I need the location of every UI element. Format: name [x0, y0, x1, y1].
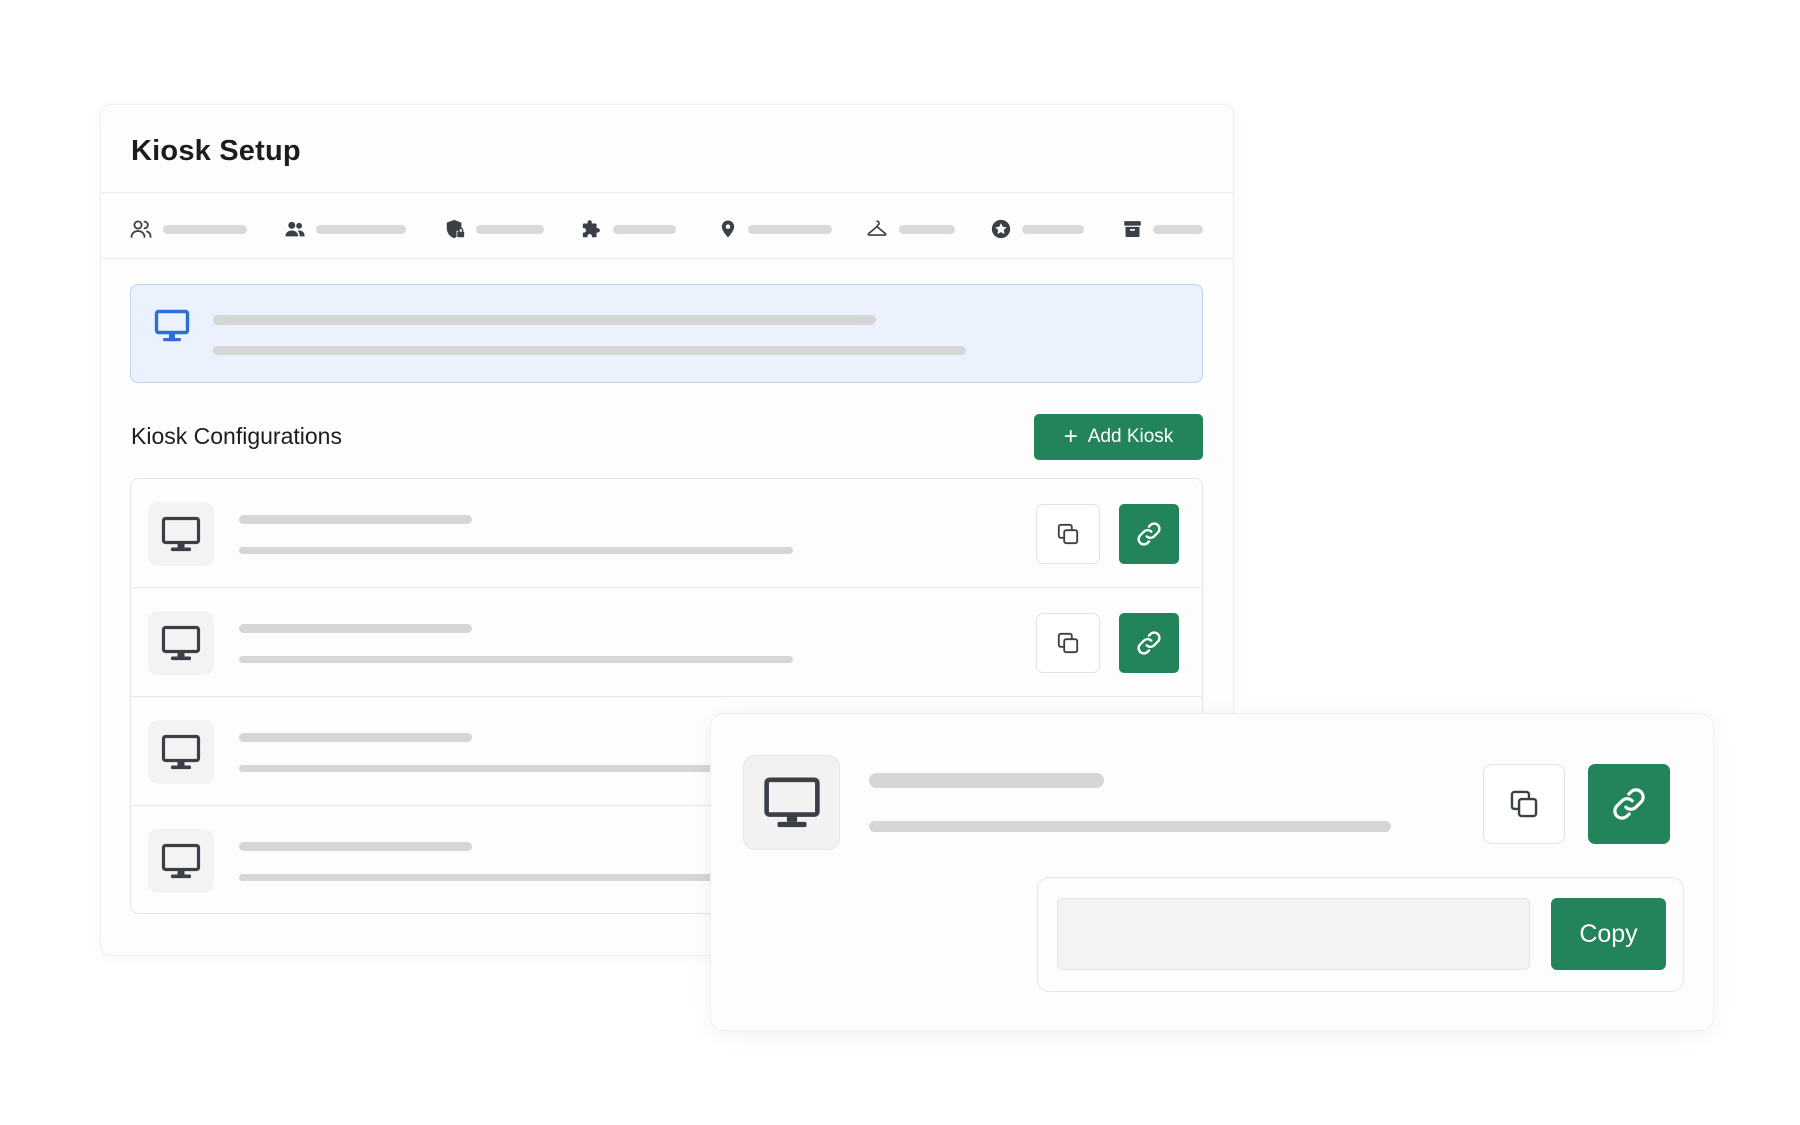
hanger-icon [867, 220, 887, 236]
tab-locations[interactable] [718, 214, 832, 244]
tab-users[interactable] [129, 214, 247, 244]
monitor-icon [148, 611, 214, 675]
link-icon [1137, 631, 1161, 655]
map-pin-icon [721, 220, 735, 238]
tabs-divider [101, 258, 1233, 259]
link-icon [1137, 522, 1161, 546]
users-group-icon [285, 221, 305, 237]
list-item[interactable] [131, 588, 1202, 697]
tab-label-placeholder [1153, 224, 1203, 234]
tab-label-placeholder [1022, 224, 1084, 234]
monitor-icon [148, 829, 214, 893]
puzzle-icon [582, 220, 600, 238]
add-kiosk-label: Add Kiosk [1087, 426, 1174, 447]
tab-uniforms[interactable] [865, 214, 955, 244]
banner-line-placeholder [213, 315, 876, 325]
plus-icon: + [1063, 423, 1078, 450]
kiosk-url-placeholder [239, 656, 793, 663]
kiosk-name-placeholder [239, 624, 472, 633]
section-title: Kiosk Configurations [131, 423, 342, 449]
kiosk-url-placeholder [239, 547, 793, 554]
monitor-icon [148, 720, 214, 784]
kiosk-detail-card: Copy [710, 713, 1714, 1031]
copy-button[interactable] [1483, 764, 1565, 844]
tab-label-placeholder [613, 224, 676, 234]
archive-box-icon [1124, 221, 1141, 238]
monitor-icon [148, 502, 214, 566]
copy-icon [1057, 523, 1079, 545]
tab-label-placeholder [899, 224, 955, 234]
copy-button[interactable] [1036, 613, 1100, 673]
tab-security[interactable] [444, 214, 544, 244]
kiosk-name-placeholder [239, 515, 472, 524]
star-circle-icon [991, 219, 1011, 239]
tab-label-placeholder [163, 224, 247, 234]
kiosk-name-placeholder [239, 842, 472, 851]
users-outline-icon [130, 220, 152, 238]
link-button[interactable] [1119, 613, 1179, 673]
copy-icon [1510, 790, 1538, 818]
monitor-icon [743, 755, 840, 850]
tab-favorites[interactable] [990, 214, 1084, 244]
kiosk-name-placeholder [869, 773, 1104, 788]
page-title: Kiosk Setup [131, 135, 301, 167]
info-banner [130, 284, 1203, 383]
share-link-panel: Copy [1037, 877, 1684, 992]
tab-integrations[interactable] [581, 214, 676, 244]
copy-url-button[interactable]: Copy [1551, 898, 1666, 970]
shield-lock-icon [446, 219, 465, 239]
copy-icon [1057, 632, 1079, 654]
add-kiosk-button[interactable]: + Add Kiosk [1034, 414, 1203, 460]
link-button[interactable] [1588, 764, 1670, 844]
header-divider [101, 192, 1233, 193]
tab-groups[interactable] [284, 214, 406, 244]
link-icon [1613, 788, 1645, 820]
monitor-icon [154, 309, 190, 348]
kiosk-url-input[interactable] [1057, 898, 1530, 970]
kiosk-name-placeholder [239, 733, 472, 742]
banner-line-placeholder [213, 346, 966, 355]
tab-label-placeholder [476, 224, 544, 234]
tab-label-placeholder [316, 224, 406, 234]
kiosk-url-placeholder [869, 821, 1391, 832]
list-item[interactable] [131, 479, 1202, 588]
tab-archive[interactable] [1122, 214, 1203, 244]
tab-label-placeholder [748, 224, 832, 234]
copy-button[interactable] [1036, 504, 1100, 564]
link-button[interactable] [1119, 504, 1179, 564]
